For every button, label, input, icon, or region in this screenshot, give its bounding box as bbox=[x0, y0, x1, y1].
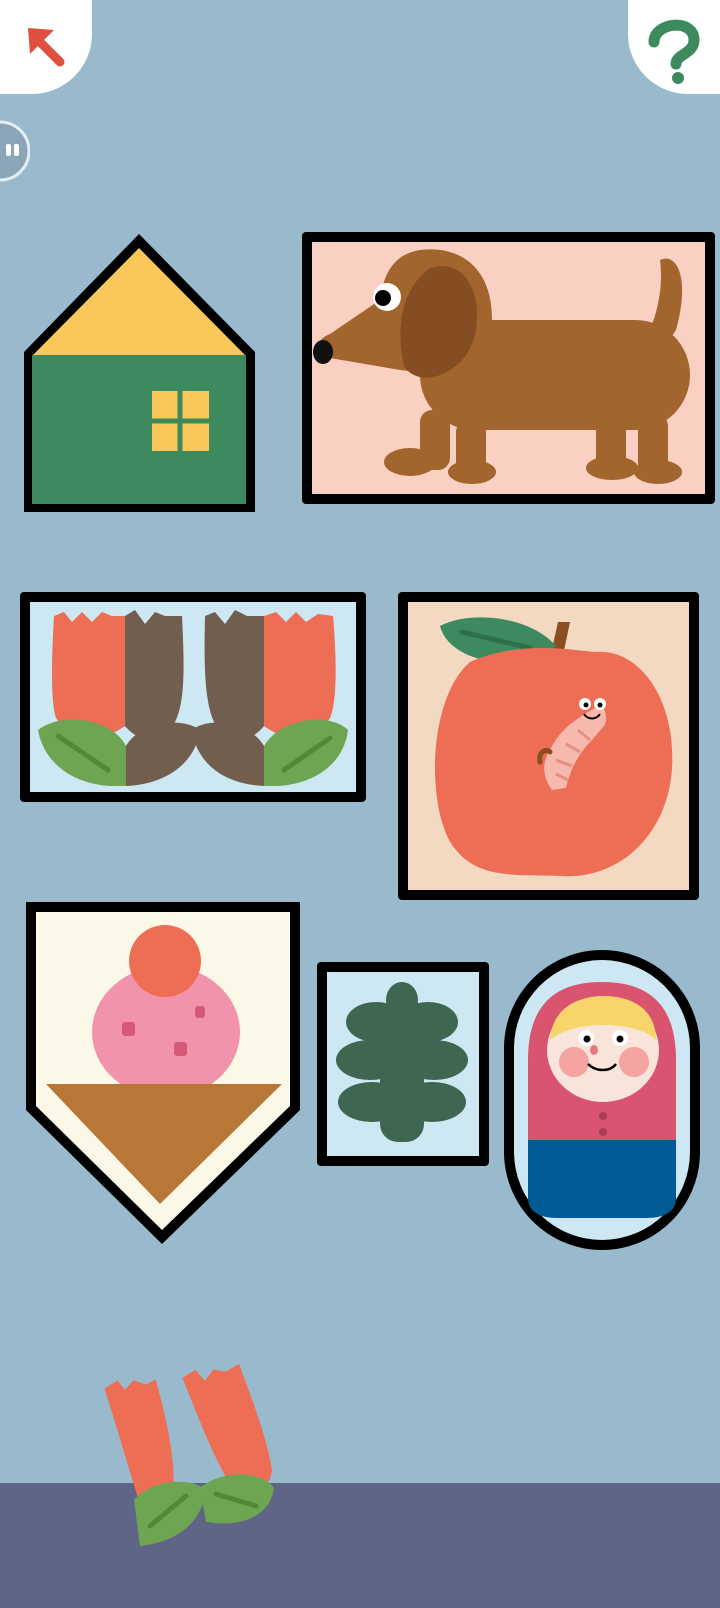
back-button[interactable] bbox=[0, 0, 92, 94]
game-scene bbox=[0, 0, 720, 1608]
question-mark-icon bbox=[648, 19, 700, 84]
window-icon bbox=[152, 391, 209, 451]
frame-doll[interactable] bbox=[504, 950, 700, 1250]
pause-icon bbox=[0, 120, 31, 182]
frame-tulips[interactable] bbox=[20, 592, 366, 802]
frame-apple[interactable] bbox=[398, 592, 699, 900]
frame-leaf[interactable] bbox=[317, 962, 489, 1166]
help-button[interactable] bbox=[628, 0, 720, 94]
frame-ice-cream[interactable] bbox=[26, 902, 300, 1244]
frame-dog[interactable] bbox=[302, 232, 715, 504]
pause-button[interactable] bbox=[0, 120, 31, 182]
floor bbox=[0, 1483, 720, 1608]
matryoshka-doll bbox=[528, 982, 676, 1218]
frame-house[interactable] bbox=[24, 234, 255, 512]
arrow-up-left-icon bbox=[28, 28, 65, 67]
